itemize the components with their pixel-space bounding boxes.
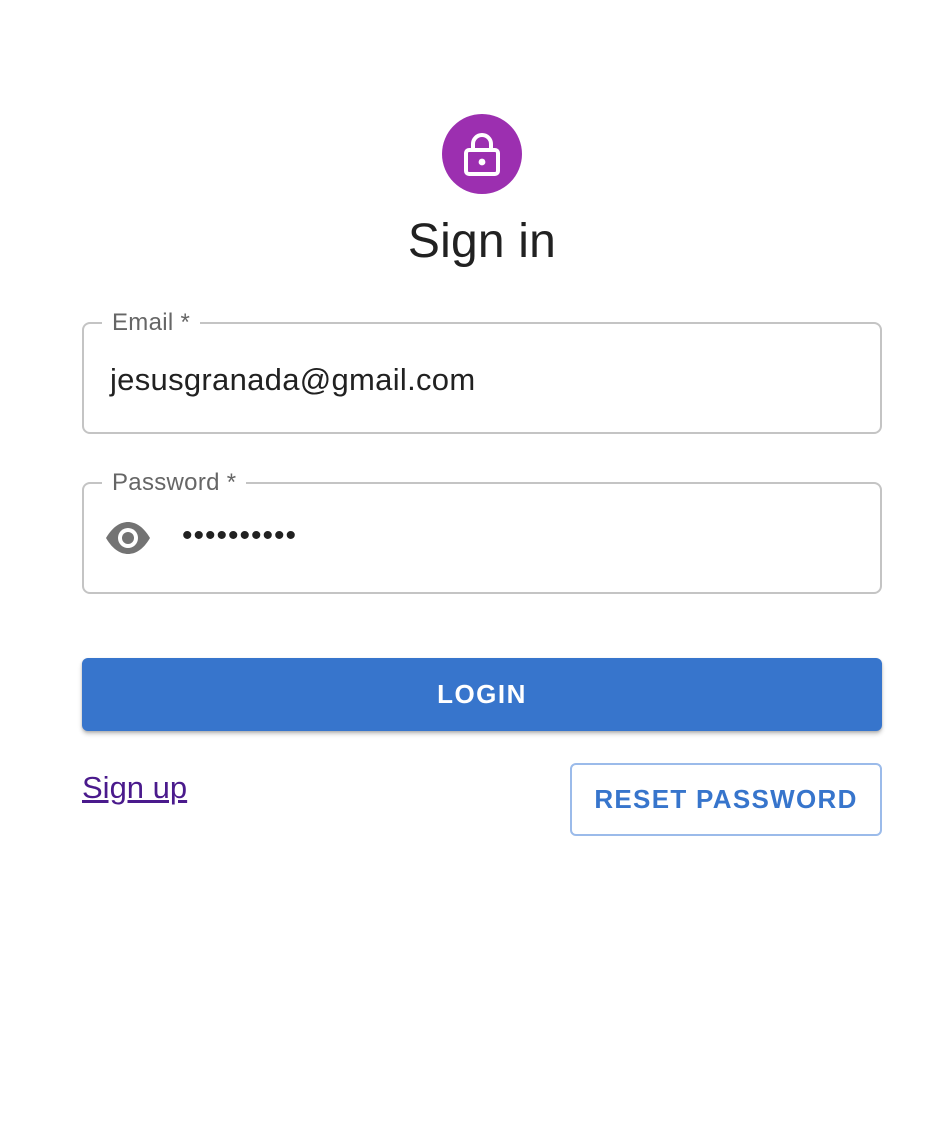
password-label: Password * (102, 468, 247, 498)
eye-icon[interactable] (104, 520, 152, 556)
sign-up-link[interactable]: Sign up (82, 768, 187, 808)
password-input-value[interactable]: •••••••••• (182, 514, 297, 558)
page-title: Sign in (407, 215, 557, 268)
lock-avatar (442, 114, 522, 194)
email-field[interactable]: Email * jesusgranada@gmail.com (82, 308, 882, 434)
email-label: Email * (102, 308, 201, 338)
sign-in-page: Sign in Email * jesusgranada@gmail.com P… (0, 0, 952, 1134)
lock-icon (462, 132, 502, 176)
reset-password-button[interactable]: RESET PASSWORD (570, 763, 882, 836)
email-input-value[interactable]: jesusgranada@gmail.com (110, 360, 475, 400)
login-button[interactable]: LOGIN (82, 658, 882, 731)
password-field[interactable]: Password * •••••••••• (82, 468, 882, 594)
